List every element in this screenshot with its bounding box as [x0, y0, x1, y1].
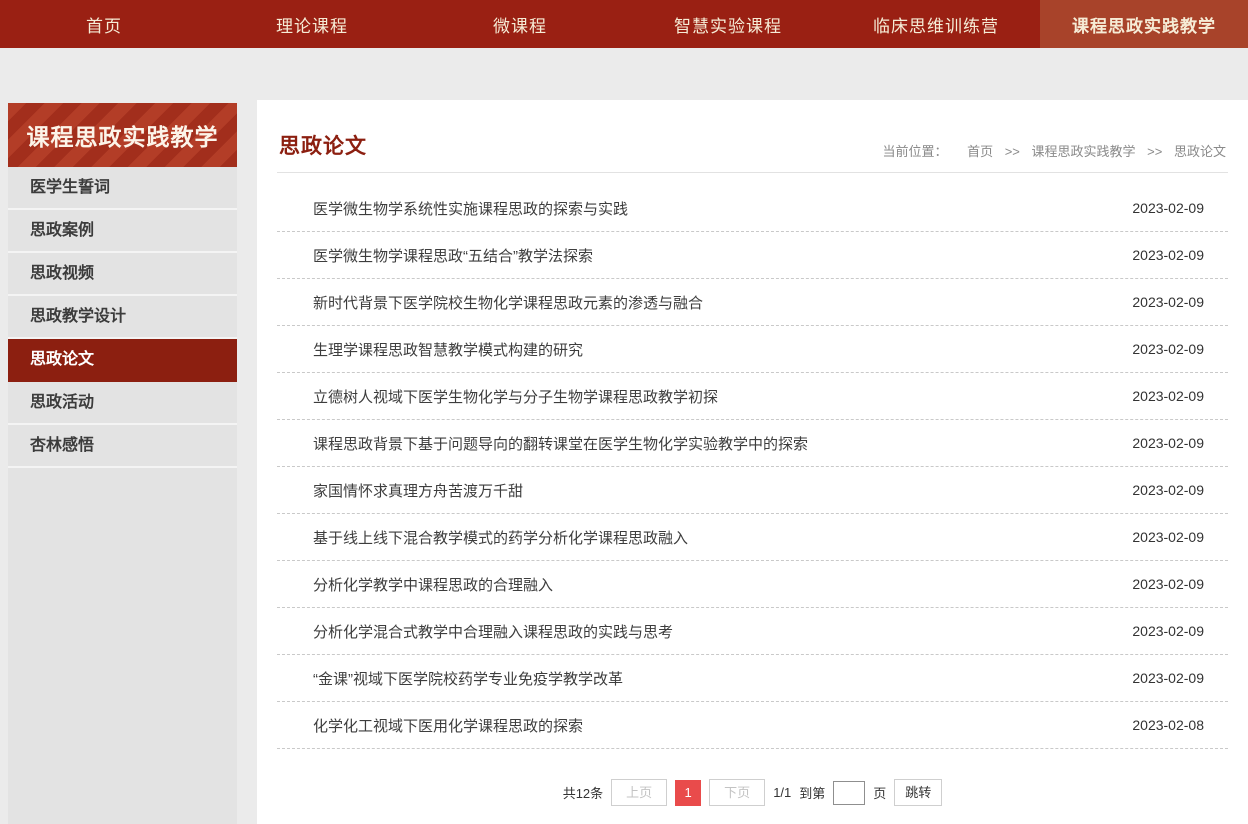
article-date: 2023-02-08 [1132, 717, 1204, 733]
breadcrumb-segment: >> 思政论文 [1139, 144, 1226, 159]
article-row: 医学微生物学系统性实施课程思政的探索与实践 2023-02-09 [277, 185, 1228, 232]
article-title-link[interactable]: “金课”视域下医学院校药学专业免疫学教学改革 [313, 668, 623, 689]
breadcrumb-link[interactable]: 思政论文 [1174, 144, 1226, 159]
breadcrumb-link[interactable]: 首页 [967, 144, 993, 159]
pagination: 共12条 上页 1 下页 1/1 到第 页 跳转 [277, 779, 1228, 806]
article-title-link[interactable]: 家国情怀求真理方舟苦渡万千甜 [313, 480, 523, 501]
breadcrumb-link[interactable]: 课程思政实践教学 [1032, 144, 1136, 159]
article-row: 分析化学教学中课程思政的合理融入 2023-02-09 [277, 561, 1228, 608]
sidebar-item[interactable]: 思政视频 [8, 253, 237, 296]
jump-button[interactable]: 跳转 [894, 779, 942, 806]
article-row: 生理学课程思政智慧教学模式构建的研究 2023-02-09 [277, 326, 1228, 373]
pagination-total: 共12条 [563, 783, 603, 802]
article-title-link[interactable]: 生理学课程思政智慧教学模式构建的研究 [313, 339, 583, 360]
article-date: 2023-02-09 [1132, 247, 1204, 263]
nav-item[interactable]: 智慧实验课程 [624, 0, 832, 48]
goto-suffix-label: 页 [873, 783, 886, 802]
article-title-link[interactable]: 课程思政背景下基于问题导向的翻转课堂在医学生物化学实验教学中的探索 [313, 433, 808, 454]
sidebar-item[interactable]: 思政论文 [8, 339, 237, 382]
sidebar-menu: 医学生誓词思政案例思政视频思政教学设计思政论文思政活动杏林感悟 [8, 167, 237, 468]
breadcrumb-items: 首页 >> 课程思政实践教学 >> 思政论文 [947, 144, 1226, 159]
article-row: 医学微生物学课程思政“五结合”教学法探索 2023-02-09 [277, 232, 1228, 279]
article-title-link[interactable]: 新时代背景下医学院校生物化学课程思政元素的渗透与融合 [313, 292, 703, 313]
article-date: 2023-02-09 [1132, 435, 1204, 451]
sidebar-item[interactable]: 医学生誓词 [8, 167, 237, 210]
goto-page-input[interactable] [833, 781, 865, 805]
article-title-link[interactable]: 化学化工视域下医用化学课程思政的探索 [313, 715, 583, 736]
sidebar-item[interactable]: 思政教学设计 [8, 296, 237, 339]
article-date: 2023-02-09 [1132, 388, 1204, 404]
article-title-link[interactable]: 立德树人视域下医学生物化学与分子生物学课程思政教学初探 [313, 386, 718, 407]
nav-item[interactable]: 理论课程 [208, 0, 416, 48]
article-row: 化学化工视域下医用化学课程思政的探索 2023-02-08 [277, 702, 1228, 749]
article-title-link[interactable]: 分析化学混合式教学中合理融入课程思政的实践与思考 [313, 621, 673, 642]
breadcrumb-segment: >> 课程思政实践教学 [997, 144, 1139, 159]
article-date: 2023-02-09 [1132, 200, 1204, 216]
article-row: 课程思政背景下基于问题导向的翻转课堂在医学生物化学实验教学中的探索 2023-0… [277, 420, 1228, 467]
article-date: 2023-02-09 [1132, 294, 1204, 310]
article-row: 家国情怀求真理方舟苦渡万千甜 2023-02-09 [277, 467, 1228, 514]
article-row: 新时代背景下医学院校生物化学课程思政元素的渗透与融合 2023-02-09 [277, 279, 1228, 326]
sidebar: 课程思政实践教学 医学生誓词思政案例思政视频思政教学设计思政论文思政活动杏林感悟 [8, 103, 237, 824]
article-date: 2023-02-09 [1132, 623, 1204, 639]
top-nav: 首页理论课程微课程智慧实验课程临床思维训练营课程思政实践教学 [0, 0, 1248, 48]
article-date: 2023-02-09 [1132, 670, 1204, 686]
article-row: “金课”视域下医学院校药学专业免疫学教学改革 2023-02-09 [277, 655, 1228, 702]
breadcrumb-prefix: 当前位置： [882, 144, 947, 159]
breadcrumb: 当前位置： 首页 >> 课程思政实践教学 >> 思政论文 [882, 141, 1226, 160]
breadcrumb-separator: >> [1147, 144, 1162, 159]
article-row: 立德树人视域下医学生物化学与分子生物学课程思政教学初探 2023-02-09 [277, 373, 1228, 420]
sidebar-item[interactable]: 思政活动 [8, 382, 237, 425]
breadcrumb-separator: >> [1005, 144, 1020, 159]
nav-item[interactable]: 临床思维训练营 [832, 0, 1040, 48]
main-header: 思政论文 当前位置： 首页 >> 课程思政实践教学 >> 思政论文 [277, 100, 1228, 173]
article-date: 2023-02-09 [1132, 576, 1204, 592]
page-indicator: 1/1 [773, 785, 791, 800]
goto-prefix-label: 到第 [799, 783, 825, 802]
article-list: 医学微生物学系统性实施课程思政的探索与实践 2023-02-09 医学微生物学课… [277, 185, 1228, 749]
article-date: 2023-02-09 [1132, 341, 1204, 357]
article-title-link[interactable]: 基于线上线下混合教学模式的药学分析化学课程思政融入 [313, 527, 688, 548]
main-panel: 思政论文 当前位置： 首页 >> 课程思政实践教学 >> 思政论文 医学微生物学… [257, 100, 1248, 824]
nav-item[interactable]: 微课程 [416, 0, 624, 48]
article-row: 分析化学混合式教学中合理融入课程思政的实践与思考 2023-02-09 [277, 608, 1228, 655]
article-title-link[interactable]: 医学微生物学课程思政“五结合”教学法探索 [313, 245, 593, 266]
prev-page-button[interactable]: 上页 [611, 779, 667, 806]
article-title-link[interactable]: 医学微生物学系统性实施课程思政的探索与实践 [313, 198, 628, 219]
breadcrumb-segment: 首页 [947, 144, 996, 159]
article-date: 2023-02-09 [1132, 482, 1204, 498]
article-row: 基于线上线下混合教学模式的药学分析化学课程思政融入 2023-02-09 [277, 514, 1228, 561]
next-page-button[interactable]: 下页 [709, 779, 765, 806]
sidebar-title: 课程思政实践教学 [8, 103, 237, 167]
current-page-button[interactable]: 1 [675, 780, 701, 806]
article-date: 2023-02-09 [1132, 529, 1204, 545]
article-title-link[interactable]: 分析化学教学中课程思政的合理融入 [313, 574, 553, 595]
sidebar-item[interactable]: 思政案例 [8, 210, 237, 253]
page-title: 思政论文 [279, 130, 367, 160]
nav-item[interactable]: 课程思政实践教学 [1040, 0, 1248, 48]
nav-item[interactable]: 首页 [0, 0, 208, 48]
sidebar-item[interactable]: 杏林感悟 [8, 425, 237, 468]
